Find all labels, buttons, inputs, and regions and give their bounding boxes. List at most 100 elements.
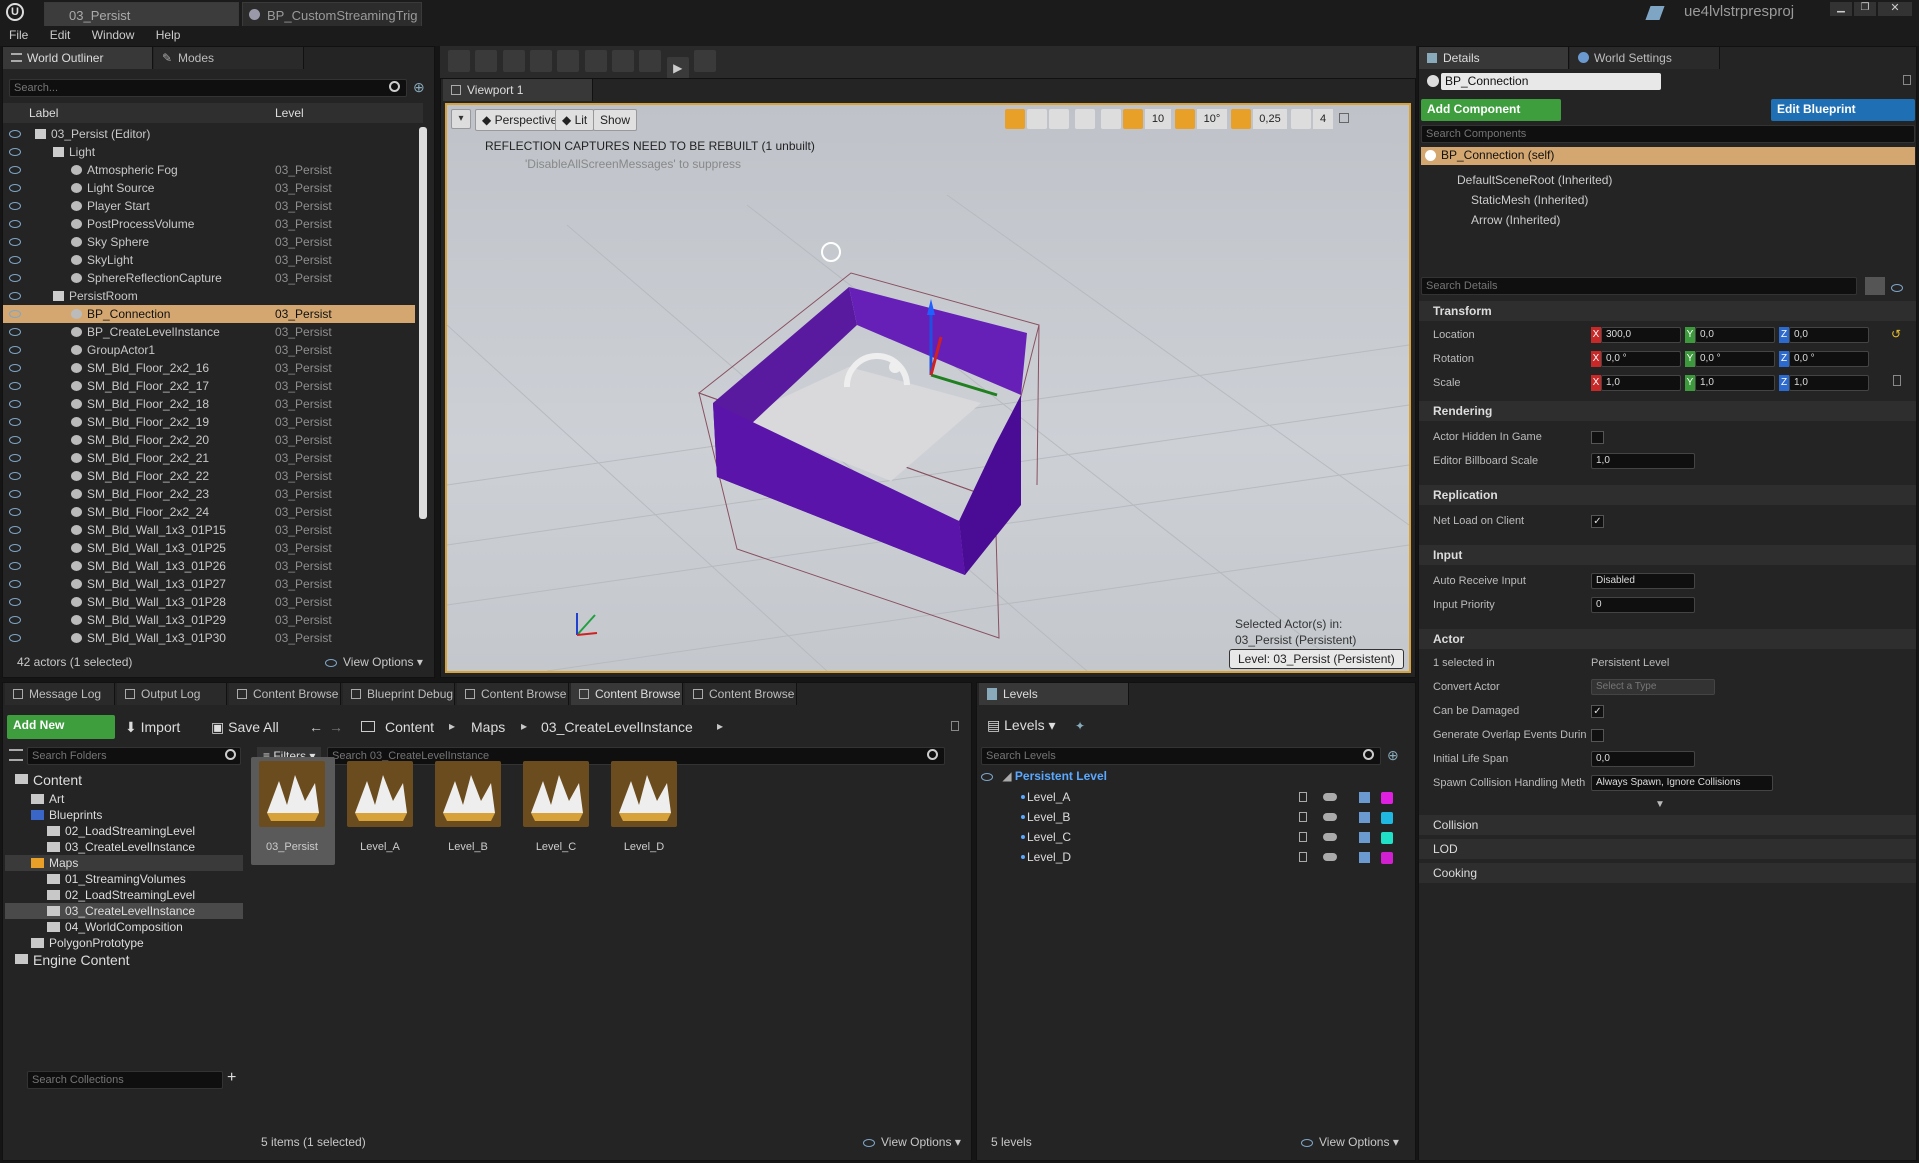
billboard-scale-field[interactable]: 1,0 [1591, 453, 1695, 469]
scale-snap-value[interactable]: 0,25 [1253, 109, 1287, 129]
world-composition-icon[interactable]: ✦ [1075, 719, 1085, 733]
can-be-damaged-checkbox[interactable]: ✓ [1591, 705, 1604, 718]
outliner-row[interactable]: BP_Connection 03_Persist [3, 305, 415, 323]
menu-edit[interactable]: Edit [41, 26, 80, 44]
gamepad-icon[interactable] [1323, 793, 1337, 801]
section-cooking[interactable]: Cooking [1419, 863, 1916, 883]
source-control-button[interactable] [475, 50, 498, 72]
cinematics-button[interactable] [612, 50, 635, 72]
asset-tile[interactable] [259, 761, 325, 827]
outliner-row[interactable]: Atmospheric Fog 03_Persist [3, 161, 415, 179]
section-rendering[interactable]: Rendering [1419, 401, 1916, 421]
rot-x-field[interactable]: 0,0 ° [1601, 351, 1681, 367]
visibility-eye-icon[interactable] [9, 634, 21, 642]
edit-blueprint-button[interactable]: Edit Blueprint [1771, 99, 1915, 121]
property-matrix-button[interactable] [1865, 277, 1885, 295]
visibility-eye-icon[interactable] [9, 274, 21, 282]
section-collision[interactable]: Collision [1419, 815, 1916, 835]
visibility-eye-icon[interactable] [9, 490, 21, 498]
save-level-icon[interactable] [1359, 852, 1370, 863]
asset-tile[interactable] [611, 761, 677, 827]
sources-toggle-icon[interactable] [9, 749, 23, 761]
outliner-row[interactable]: Light Source 03_Persist [3, 179, 415, 197]
scale-snap-icon[interactable] [1231, 109, 1251, 129]
net-load-checkbox[interactable]: ✓ [1591, 515, 1604, 528]
search-components-input[interactable] [1421, 125, 1915, 143]
minimize-button[interactable]: ▁ [1830, 2, 1852, 16]
scale-label[interactable]: Scale [1433, 377, 1461, 389]
actor-name-field[interactable]: BP_Connection [1441, 73, 1661, 90]
add-component-button[interactable]: Add Component [1421, 99, 1561, 121]
visibility-eye-icon[interactable] [9, 526, 21, 534]
outliner-row[interactable]: SM_Bld_Floor_2x2_18 03_Persist [3, 395, 415, 413]
spawn-collision-dropdown[interactable]: Always Spawn, Ignore Collisions [1591, 775, 1773, 791]
menu-help[interactable]: Help [147, 26, 190, 44]
add-filter-icon[interactable]: ⊕ [413, 79, 425, 96]
level-row[interactable]: Level_B [981, 809, 1401, 827]
visibility-eye-icon[interactable] [1891, 280, 1909, 294]
gamepad-icon[interactable] [1323, 813, 1337, 821]
translate-icon[interactable] [1005, 109, 1025, 129]
outliner-view-options[interactable]: View Options ▾ [325, 655, 423, 669]
scl-x-field[interactable]: 1,0 [1601, 375, 1681, 391]
visibility-eye-icon[interactable] [9, 346, 21, 354]
component-arrow[interactable]: Arrow (Inherited) [1471, 213, 1560, 227]
tab-world-outliner[interactable]: World Outliner [3, 47, 153, 69]
gamepad-icon[interactable] [1323, 833, 1337, 841]
outliner-row[interactable]: SM_Bld_Wall_1x3_01P25 03_Persist [3, 539, 415, 557]
column-label[interactable]: Label [29, 106, 58, 120]
rotation-snap-icon[interactable] [1175, 109, 1195, 129]
scl-z-field[interactable]: 1,0 [1789, 375, 1869, 391]
level-row[interactable]: Level_A [981, 789, 1401, 807]
visibility-eye-icon[interactable] [9, 292, 21, 300]
visibility-eye-icon[interactable] [9, 454, 21, 462]
visibility-eye-icon[interactable] [9, 508, 21, 516]
source-control-icon[interactable] [1645, 6, 1665, 20]
tab-details[interactable]: Details [1419, 47, 1569, 69]
outliner-row[interactable]: SM_Bld_Wall_1x3_01P29 03_Persist [3, 611, 415, 629]
outliner-row[interactable]: PostProcessVolume 03_Persist [3, 215, 415, 233]
search-folders-input[interactable] [27, 747, 241, 765]
component-scene-root[interactable]: DefaultSceneRoot (Inherited) [1457, 173, 1612, 187]
levels-menu[interactable]: ▤ Levels ▾ [987, 717, 1056, 734]
surface-snap-icon[interactable] [1101, 109, 1121, 129]
save-icon[interactable] [448, 50, 470, 72]
section-lod[interactable]: LOD [1419, 839, 1916, 859]
outliner-row[interactable]: SM_Bld_Floor_2x2_24 03_Persist [3, 503, 415, 521]
viewport-options-button[interactable]: ▾ [451, 109, 471, 129]
search-levels-input[interactable] [981, 747, 1381, 765]
outliner-row[interactable]: PersistRoom [3, 287, 415, 305]
marketplace-button[interactable] [530, 50, 553, 72]
visibility-eye-icon[interactable] [9, 328, 21, 336]
save-level-icon[interactable] [1359, 832, 1370, 843]
input-priority-field[interactable]: 0 [1591, 597, 1695, 613]
visibility-eye-icon[interactable] [9, 400, 21, 408]
tab-modes[interactable]: ✎ Modes [154, 47, 304, 69]
asset-tile[interactable] [347, 761, 413, 827]
rot-y-field[interactable]: 0,0 ° [1695, 351, 1775, 367]
convert-actor-dropdown[interactable]: Select a Type [1591, 679, 1715, 695]
add-new-button[interactable]: Add New [7, 715, 115, 739]
bottom-tab[interactable]: Message Log [5, 683, 115, 705]
location-label[interactable]: Location [1433, 329, 1475, 341]
visibility-eye-icon[interactable] [9, 364, 21, 372]
asset-tile[interactable] [435, 761, 501, 827]
maximize-viewport-icon[interactable] [1339, 113, 1349, 123]
lock-icon[interactable] [1299, 832, 1307, 842]
close-button[interactable]: ✕ [1878, 2, 1912, 16]
rot-z-field[interactable]: 0,0 ° [1789, 351, 1869, 367]
visibility-eye-icon[interactable] [9, 166, 21, 174]
outliner-row[interactable]: GroupActor1 03_Persist [3, 341, 415, 359]
lock-icon[interactable] [1299, 812, 1307, 822]
search-icon[interactable] [225, 749, 236, 760]
lock-icon[interactable] [1299, 852, 1307, 862]
bottom-tab[interactable]: Output Log [117, 683, 227, 705]
level-row[interactable]: Level_D [981, 849, 1401, 867]
folder-tree-item[interactable]: 04_WorldComposition [5, 919, 243, 935]
folder-tree-item[interactable]: 02_LoadStreamingLevel [5, 823, 243, 839]
outliner-row[interactable]: SM_Bld_Wall_1x3_01P30 03_Persist [3, 629, 415, 647]
menu-window[interactable]: Window [83, 26, 144, 44]
visibility-eye-icon[interactable] [9, 580, 21, 588]
outliner-row[interactable]: SM_Bld_Floor_2x2_21 03_Persist [3, 449, 415, 467]
grid-snap-value[interactable]: 10 [1145, 109, 1171, 129]
